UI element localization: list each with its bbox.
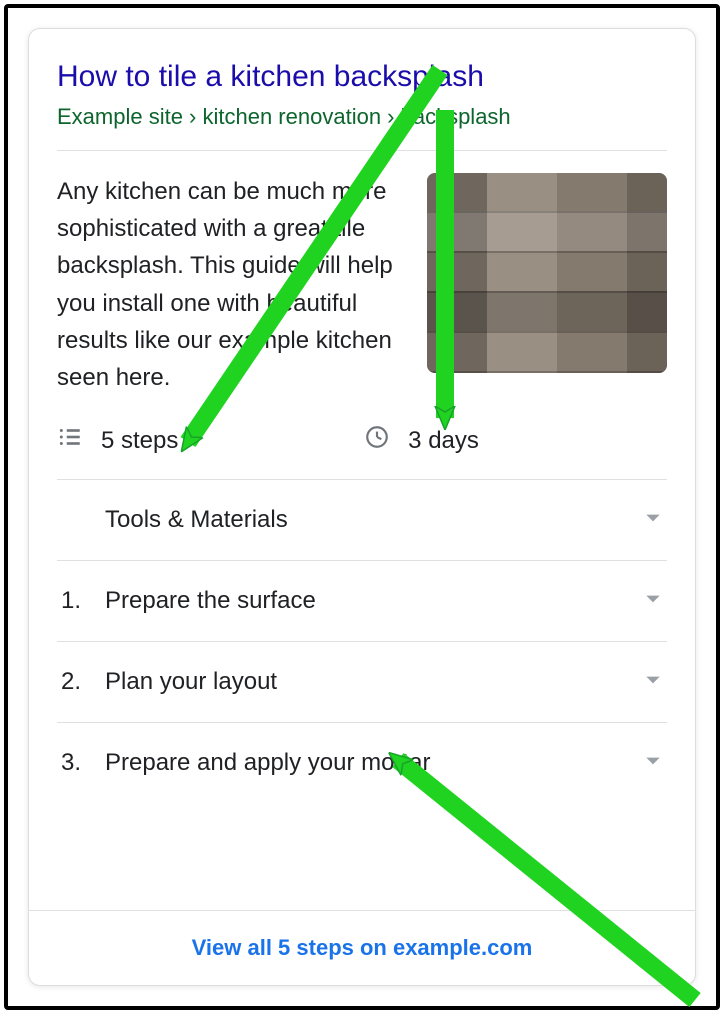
- section-item-step-2[interactable]: 2. Plan your layout: [57, 641, 667, 722]
- section-number: [61, 506, 83, 534]
- section-number: 3.: [61, 749, 83, 777]
- section-item-step-1[interactable]: 1. Prepare the surface: [57, 560, 667, 641]
- description-text: Any kitchen can be much more sophisticat…: [57, 173, 407, 396]
- steps-meta: 5 steps: [57, 424, 178, 457]
- breadcrumb: Example site › kitchen renovation › back…: [57, 104, 667, 130]
- section-list: Tools & Materials 1. Prepare the surface…: [57, 479, 667, 803]
- chevron-down-icon: [643, 508, 663, 533]
- section-item-tools[interactable]: Tools & Materials: [57, 479, 667, 560]
- card-footer: View all 5 steps on example.com: [29, 910, 695, 985]
- divider: [57, 150, 667, 151]
- chevron-down-icon: [643, 589, 663, 614]
- section-label: Tools & Materials: [105, 506, 288, 534]
- steps-value: 5 steps: [101, 427, 178, 455]
- description-row: Any kitchen can be much more sophisticat…: [57, 173, 667, 396]
- section-item-step-3[interactable]: 3. Prepare and apply your mortar: [57, 722, 667, 803]
- chevron-down-icon: [643, 751, 663, 776]
- view-all-steps-link[interactable]: View all 5 steps on example.com: [192, 935, 533, 960]
- section-number: 1.: [61, 587, 83, 615]
- duration-value: 3 days: [408, 427, 479, 455]
- section-label: Prepare and apply your mortar: [105, 749, 431, 777]
- chevron-down-icon: [643, 670, 663, 695]
- result-title-link[interactable]: How to tile a kitchen backsplash: [57, 57, 667, 96]
- section-label: Prepare the surface: [105, 587, 316, 615]
- search-result-card: How to tile a kitchen backsplash Example…: [28, 28, 696, 986]
- duration-meta: 3 days: [364, 424, 479, 457]
- clock-icon: [364, 424, 390, 457]
- spacer: [57, 803, 667, 910]
- thumbnail-image: [427, 173, 667, 373]
- list-icon: [57, 424, 83, 457]
- section-number: 2.: [61, 668, 83, 696]
- section-label: Plan your layout: [105, 668, 277, 696]
- meta-row: 5 steps 3 days: [57, 424, 667, 457]
